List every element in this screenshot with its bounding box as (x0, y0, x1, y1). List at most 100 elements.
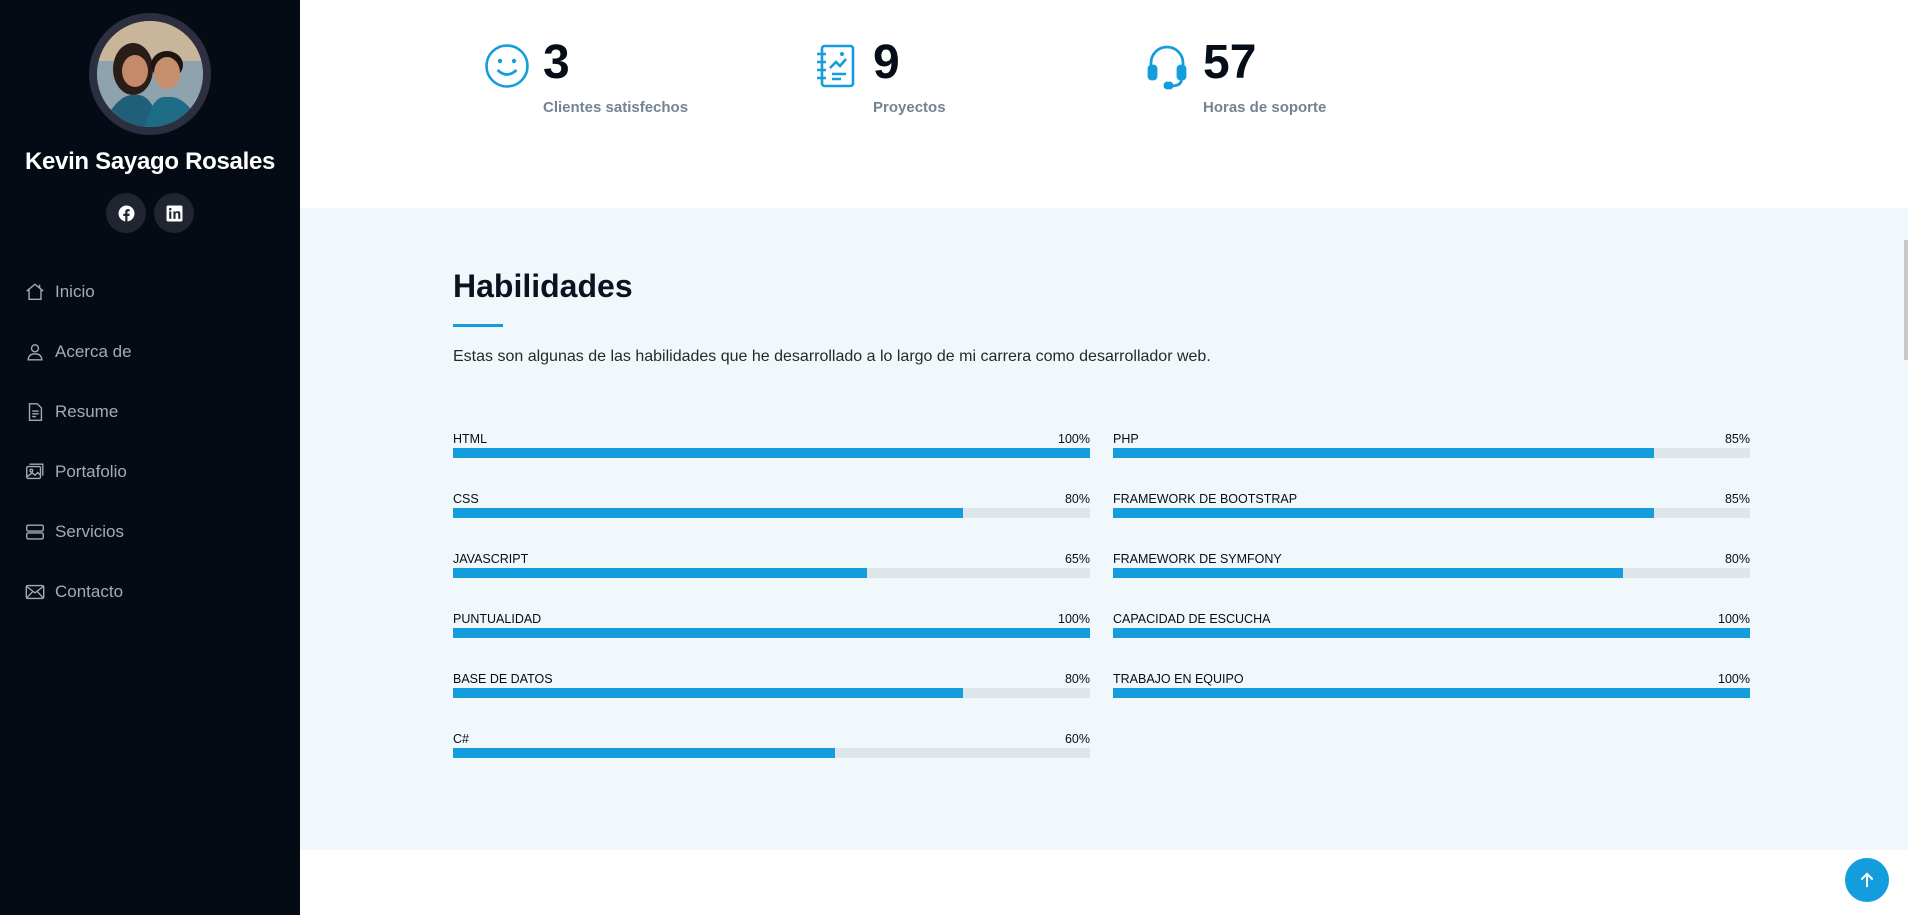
avatar (89, 13, 211, 135)
skill-name: PHP (1113, 432, 1139, 446)
back-to-top-button[interactable] (1845, 858, 1889, 902)
skill-csharp: C# 60% (453, 732, 1090, 772)
nav-item-resume[interactable]: Resume (0, 382, 300, 442)
skills-description: Estas son algunas de las habilidades que… (453, 348, 1211, 365)
skill-javascript: JAVASCRIPT 65% (453, 552, 1090, 592)
person-icon (27, 344, 43, 361)
skill-name: JAVASCRIPT (453, 552, 529, 566)
images-icon (26, 463, 44, 480)
skill-value: 80% (1064, 672, 1090, 686)
main-content: 3 Clientes satisfechos 9 Proyectos 57 Ho… (300, 0, 1908, 915)
skill-name: CSS (453, 492, 479, 506)
sidebar: Kevin Sayago Rosales Inicio Acerca de Re… (0, 0, 300, 915)
counts-section: 3 Clientes satisfechos 9 Proyectos 57 Ho… (300, 0, 1908, 208)
skill-name: FRAMEWORK DE BOOTSTRAP (1113, 492, 1298, 506)
envelope-icon (25, 584, 45, 600)
skill-value: 85% (1724, 432, 1750, 446)
count-label: Horas de soporte (1203, 99, 1327, 116)
nav-label: Contacto (55, 582, 124, 601)
skill-trabajo-en-equipo: TRABAJO EN EQUIPO 100% (1113, 672, 1750, 712)
skill-html: HTML 100% (453, 432, 1090, 472)
skill-puntualidad: PUNTUALIDAD 100% (453, 612, 1090, 652)
skill-progress-fill (1113, 508, 1655, 518)
journal-richtext-icon (817, 44, 855, 88)
skill-value: 100% (1058, 432, 1090, 446)
skill-value: 80% (1064, 492, 1090, 506)
skill-progress-fill (453, 748, 836, 758)
skill-name: BASE DE DATOS (453, 672, 553, 686)
skill-name: TRABAJO EN EQUIPO (1113, 672, 1244, 686)
skills-title: Habilidades (453, 268, 633, 304)
avatar-photo (97, 21, 203, 127)
linkedin-button[interactable] (154, 193, 194, 233)
count-value: 57 (1203, 36, 1257, 89)
skill-bootstrap: FRAMEWORK DE BOOTSTRAP 85% (1113, 492, 1750, 532)
count-value: 3 (543, 36, 570, 89)
skill-progress-fill (453, 628, 1090, 638)
skill-progress-bar (1113, 688, 1750, 698)
count-value: 9 (873, 36, 900, 89)
skill-symfony: FRAMEWORK DE SYMFONY 80% (1113, 552, 1750, 592)
scrollbar-thumb[interactable] (1904, 240, 1908, 360)
skill-value: 100% (1058, 612, 1090, 626)
skill-progress-fill (1113, 688, 1750, 698)
skill-value: 100% (1718, 612, 1750, 626)
skill-name: C# (453, 732, 469, 746)
next-section (300, 850, 1908, 915)
skill-value: 80% (1724, 552, 1750, 566)
skill-progress-bar (1113, 508, 1750, 518)
skill-progress-bar (1113, 628, 1750, 638)
facebook-button[interactable] (106, 193, 146, 233)
nav-label: Inicio (55, 282, 95, 301)
skill-progress-fill (453, 448, 1090, 458)
skill-progress-bar (1113, 568, 1750, 578)
skill-progress-bar (453, 628, 1090, 638)
skill-progress-fill (453, 508, 963, 518)
nav-item-portafolio[interactable]: Portafolio (0, 442, 300, 502)
skill-base-de-datos: BASE DE DATOS 80% (453, 672, 1090, 712)
skill-name: FRAMEWORK DE SYMFONY (1113, 552, 1282, 566)
facebook-icon (118, 205, 134, 222)
server-icon (26, 524, 44, 540)
count-label: Clientes satisfechos (543, 99, 689, 116)
skill-css: CSS 80% (453, 492, 1090, 532)
nav-item-servicios[interactable]: Servicios (0, 502, 300, 562)
headset-icon (1147, 45, 1187, 90)
skill-php: PHP 85% (1113, 432, 1750, 472)
title-underline (453, 324, 503, 327)
social-links (0, 193, 300, 233)
count-label: Proyectos (873, 99, 946, 116)
nav-label: Portafolio (55, 462, 127, 481)
skill-progress-fill (1113, 448, 1655, 458)
profile-name: Kevin Sayago Rosales (24, 148, 276, 175)
linkedin-icon (166, 205, 182, 221)
skill-name: CAPACIDAD DE ESCUCHA (1113, 612, 1271, 626)
skill-progress-fill (1113, 628, 1750, 638)
skill-value: 85% (1724, 492, 1750, 506)
nav-item-acerca-de[interactable]: Acerca de (0, 322, 300, 382)
skill-progress-fill (453, 688, 963, 698)
nav-label: Servicios (55, 522, 124, 541)
skill-progress-bar (453, 448, 1090, 458)
skill-capacidad-de-escucha: CAPACIDAD DE ESCUCHA 100% (1113, 612, 1750, 652)
nav-label: Acerca de (55, 342, 132, 361)
home-icon (26, 283, 44, 301)
arrow-up-icon (1860, 872, 1874, 888)
skill-progress-bar (453, 508, 1090, 518)
skill-progress-bar (1113, 448, 1750, 458)
smile-icon (485, 44, 529, 88)
skills-section: Habilidades Estas son algunas de las hab… (300, 208, 1908, 850)
nav-item-contacto[interactable]: Contacto (0, 562, 300, 622)
nav-menu: Inicio Acerca de Resume Portafolio Servi… (0, 262, 300, 622)
skill-progress-bar (453, 748, 1090, 758)
nav-label: Resume (55, 402, 119, 421)
nav-item-inicio[interactable]: Inicio (0, 262, 300, 322)
skill-value: 100% (1718, 672, 1750, 686)
file-text-icon (28, 403, 43, 421)
skill-name: PUNTUALIDAD (453, 612, 542, 626)
skill-value: 60% (1064, 732, 1090, 746)
skill-progress-fill (453, 568, 868, 578)
skill-progress-fill (1113, 568, 1623, 578)
skill-name: HTML (453, 432, 488, 446)
skill-progress-bar (453, 568, 1090, 578)
